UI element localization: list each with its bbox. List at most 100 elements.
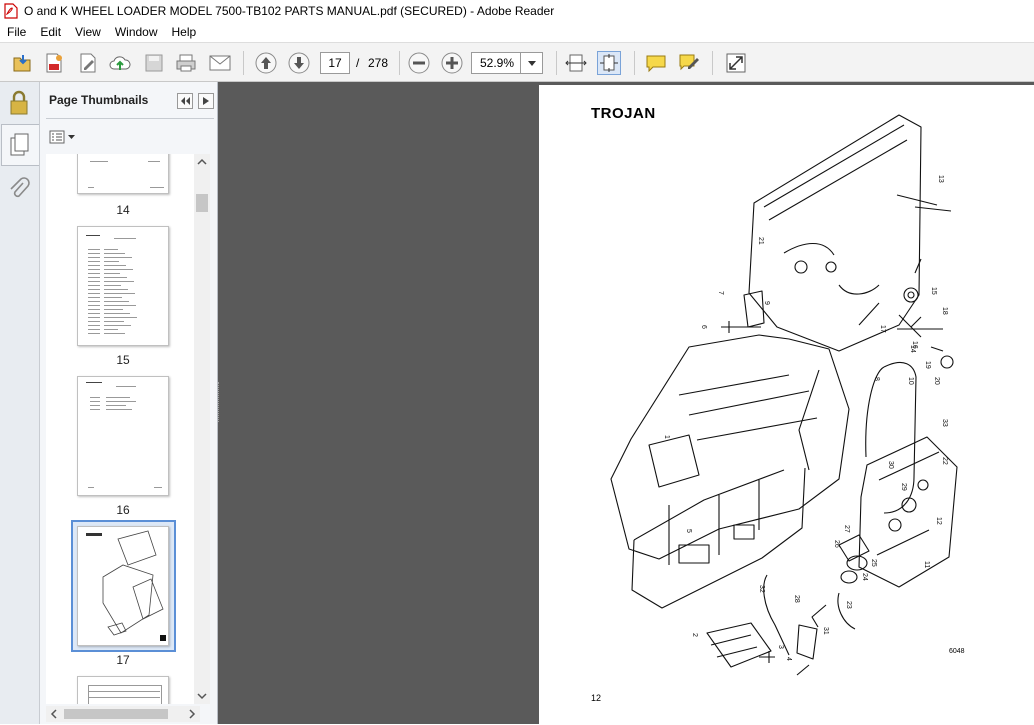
thumbnail-text-line: [88, 273, 100, 274]
title-bar: O and K WHEEL LOADER MODEL 7500-TB102 PA…: [0, 0, 1034, 22]
document-viewer[interactable]: TROJAN 12 6048 13 21 7 9 6 15 18 17 16 1…: [218, 82, 1034, 724]
menu-bar: File Edit View Window Help: [0, 22, 1034, 42]
total-pages: 278: [368, 56, 389, 70]
thumbnail-text-line: [88, 325, 100, 326]
pdf-page: TROJAN 12 6048 13 21 7 9 6 15 18 17 16 1…: [539, 85, 1034, 724]
callout-21: 21: [757, 237, 764, 245]
thumbnail-text-line: [88, 269, 100, 270]
thumbnail-text-line: [88, 293, 100, 294]
thumbnail-text-line: [104, 313, 130, 314]
window-title: O and K WHEEL LOADER MODEL 7500-TB102 PA…: [24, 4, 555, 18]
page-thumbnails-panel: Page Thumbnails 14 15 16 17: [40, 82, 218, 724]
thumbnail-text-line: [104, 317, 137, 318]
previous-page-icon[interactable]: [254, 51, 278, 75]
thumbnail-page[interactable]: [77, 676, 169, 704]
page-number-input[interactable]: 17: [320, 52, 350, 74]
toolbar-separator: [556, 51, 557, 75]
callout-6: 6: [700, 325, 707, 329]
menu-file[interactable]: File: [0, 22, 33, 42]
thumbnail-text-line: [88, 297, 100, 298]
thumbnail-text-line: [88, 309, 100, 310]
callout-13: 13: [937, 175, 944, 183]
thumbnail-text-line: [88, 289, 100, 290]
thumbnail-label: 16: [116, 503, 130, 517]
zoom-dropdown-button[interactable]: [521, 52, 543, 74]
thumbnail-text-line: [88, 329, 100, 330]
list-options-icon: [49, 130, 65, 144]
thumbnail-label: 17: [116, 653, 130, 667]
thumbnail-horizontal-scrollbar[interactable]: [46, 706, 200, 722]
thumbnail-page-current[interactable]: [77, 526, 169, 646]
thumbnail-vertical-scrollbar[interactable]: [194, 154, 210, 704]
open-icon[interactable]: [10, 51, 34, 75]
fit-page-icon[interactable]: [597, 51, 621, 75]
edit-icon[interactable]: [76, 51, 100, 75]
thumbnail-label: 14: [116, 203, 130, 217]
thumbnail-text-line: [88, 321, 100, 322]
callout-9: 9: [763, 301, 770, 305]
callout-14: 14: [909, 345, 916, 353]
create-pdf-icon[interactable]: [42, 51, 66, 75]
scrollbar-thumb[interactable]: [196, 194, 208, 212]
panel-resize-handle[interactable]: [218, 382, 223, 422]
callout-31: 31: [822, 627, 829, 635]
thumbnail-text-line: [104, 285, 121, 286]
thumbnail-drawing: [86, 530, 166, 641]
thumbnail-text-line: [88, 265, 100, 266]
zoom-out-icon[interactable]: [407, 51, 431, 75]
thumbnail-text-line: [104, 325, 131, 326]
thumbnail-text-line: [88, 305, 100, 306]
menu-window[interactable]: Window: [108, 22, 165, 42]
toolbar-separator: [712, 51, 713, 75]
save-icon[interactable]: [142, 51, 166, 75]
thumbnail-text-line: [104, 269, 133, 270]
lock-icon[interactable]: [9, 90, 29, 119]
thumbnail-text-line: [88, 281, 100, 282]
thumbnail-page[interactable]: [77, 226, 169, 346]
comment-icon[interactable]: [644, 51, 668, 75]
thumbnail-text-line: [104, 293, 135, 294]
thumbnail-text-line: [104, 265, 126, 266]
callout-20: 20: [933, 377, 940, 385]
callout-27: 27: [843, 525, 850, 533]
next-page-icon[interactable]: [287, 51, 311, 75]
thumbnail-page[interactable]: [77, 154, 169, 194]
collapse-panel-button[interactable]: [177, 93, 193, 109]
thumbnail-list[interactable]: 14 15 16 17: [46, 154, 200, 704]
scroll-left-icon: [50, 709, 57, 719]
menu-edit[interactable]: Edit: [33, 22, 68, 42]
paperclip-icon[interactable]: [8, 177, 30, 204]
thumbnail-page[interactable]: [77, 376, 169, 496]
menu-view[interactable]: View: [68, 22, 108, 42]
callout-8: 8: [873, 377, 880, 381]
highlight-icon[interactable]: [677, 51, 701, 75]
zoom-level-input[interactable]: 52.9%: [471, 52, 521, 74]
chevron-right-icon: [203, 97, 209, 105]
callout-33: 33: [941, 419, 948, 427]
zoom-in-icon[interactable]: [440, 51, 464, 75]
callout-1: 1: [663, 435, 670, 439]
thumbnail-text-line: [104, 273, 120, 274]
thumbnail-text-line: [104, 277, 127, 278]
thumbnail-text-line: [88, 301, 100, 302]
email-icon[interactable]: [208, 51, 232, 75]
thumbnail-options-button[interactable]: [49, 128, 77, 146]
scrollbar-thumb[interactable]: [64, 709, 168, 719]
cloud-upload-icon[interactable]: [108, 51, 132, 75]
thumbnail-text-line: [104, 281, 134, 282]
callout-30: 30: [887, 461, 894, 469]
toolbar-separator: [634, 51, 635, 75]
full-screen-icon[interactable]: [724, 51, 748, 75]
thumbnail-text-line: [104, 321, 124, 322]
callout-18: 18: [941, 307, 948, 315]
page-thumbnails-tab[interactable]: [1, 124, 39, 166]
callout-22: 22: [941, 457, 948, 465]
fit-width-icon[interactable]: [564, 51, 588, 75]
scroll-right-icon: [189, 709, 196, 719]
callout-23: 23: [845, 601, 852, 609]
expand-panel-button[interactable]: [198, 93, 214, 109]
callout-2: 2: [691, 633, 698, 637]
callout-5: 5: [685, 529, 692, 533]
menu-help[interactable]: Help: [165, 22, 204, 42]
print-icon[interactable]: [174, 51, 198, 75]
